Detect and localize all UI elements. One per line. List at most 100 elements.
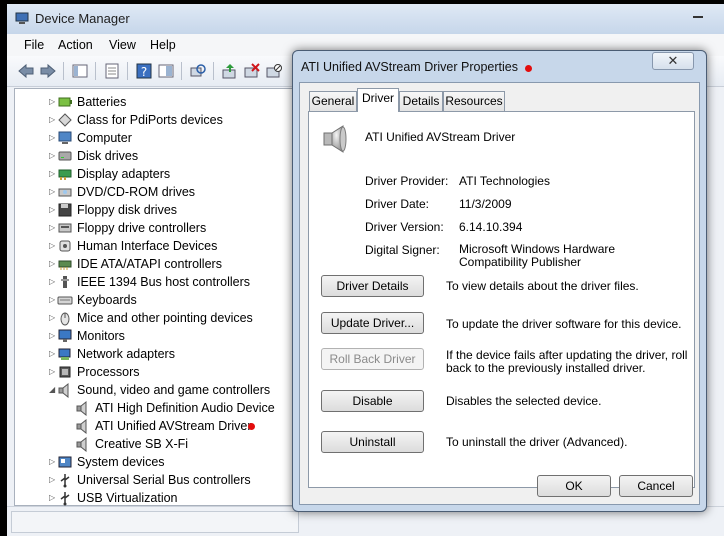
roll-back-driver-button[interactable]: Roll Back Driver (321, 348, 424, 370)
mouse-icon (60, 312, 70, 326)
tree-item-label: DVD/CD-ROM drives (77, 185, 196, 199)
update-driver-description: To update the driver software for this d… (446, 317, 682, 331)
tree-item-label: IDE ATA/ATAPI controllers (77, 257, 222, 271)
driver-tab-panel: ATI Unified AVStream Driver Driver Provi… (308, 111, 695, 488)
expand-arrow-icon[interactable]: ▷ (49, 147, 57, 165)
usb-icon (60, 474, 70, 488)
expand-arrow-icon[interactable]: ▷ (49, 345, 57, 363)
expand-arrow-icon[interactable]: ▷ (49, 327, 57, 345)
red-marker-dot (525, 65, 532, 72)
expand-arrow-icon[interactable]: ▷ (49, 453, 57, 471)
floppy-disk-icon (58, 203, 72, 217)
show-hide-tree-icon[interactable] (71, 62, 89, 80)
minimize-icon[interactable] (693, 10, 703, 18)
title-bar[interactable]: Device Manager (7, 4, 724, 34)
driver-details-button[interactable]: Driver Details (321, 275, 424, 297)
driver-version-label: Driver Version: (365, 220, 444, 234)
roll-back-driver-description: If the device fails after updating the d… (446, 348, 688, 375)
display-adapter-icon (58, 169, 72, 180)
tree-item-label: Class for PdiPorts devices (77, 113, 223, 127)
disable-description: Disables the selected device. (446, 394, 602, 408)
tree-item-label: System devices (77, 455, 165, 469)
dvd-drive-icon (58, 188, 72, 197)
ide-controller-icon (58, 260, 72, 270)
properties-dialog: ATI Unified AVStream Driver Properties ✕… (292, 50, 707, 512)
console-icon[interactable] (157, 62, 175, 80)
close-button[interactable]: ✕ (652, 52, 694, 70)
diamond-device-icon (58, 113, 72, 127)
collapse-arrow-icon[interactable]: ◢ (49, 381, 57, 399)
tree-item-label: ATI High Definition Audio Device (95, 401, 275, 415)
expand-arrow-icon[interactable]: ▷ (49, 93, 57, 111)
expand-arrow-icon[interactable]: ▷ (49, 165, 57, 183)
driver-date-label: Driver Date: (365, 197, 430, 211)
tree-item-label: IEEE 1394 Bus host controllers (77, 275, 251, 289)
forward-arrow-icon[interactable] (39, 62, 57, 80)
speaker-icon (76, 400, 87, 416)
device-tree[interactable]: ▷ Batteries ▷ Class for PdiPorts devices ▷ Co… (14, 88, 303, 506)
tree-item-label: Computer (77, 131, 132, 145)
expand-arrow-icon[interactable]: ▷ (49, 489, 57, 507)
update-driver-button[interactable]: Update Driver... (321, 312, 424, 334)
tab-details[interactable]: Details (399, 91, 443, 111)
tab-general[interactable]: General (309, 91, 357, 111)
tab-resources[interactable]: Resources (443, 91, 505, 111)
tree-item-label: Floppy drive controllers (77, 221, 207, 235)
digital-signer-value: Microsoft Windows Hardware Compatibility… (459, 242, 616, 269)
expand-arrow-icon[interactable]: ▷ (49, 111, 57, 129)
menu-file[interactable]: File (24, 38, 44, 52)
expand-arrow-icon[interactable]: ▷ (49, 129, 57, 147)
help-icon[interactable]: ? (135, 62, 153, 80)
menu-action[interactable]: Action (58, 38, 93, 52)
uninstall-description: To uninstall the driver (Advanced). (446, 435, 628, 449)
tree-item-label: ATI Unified AVStream Driver (95, 419, 252, 433)
keyboard-icon (57, 296, 73, 305)
svg-text:?: ? (141, 65, 147, 79)
properties-icon[interactable] (103, 62, 121, 80)
speaker-icon (76, 418, 87, 434)
tree-item-label: Creative SB X-Fi (95, 437, 189, 451)
hid-icon (59, 240, 71, 252)
tree-item-label: Mice and other pointing devices (77, 311, 253, 325)
computer-icon (58, 131, 72, 144)
floppy-controller-icon (58, 223, 72, 233)
cancel-button[interactable]: Cancel (619, 475, 693, 497)
uninstall-button[interactable]: Uninstall (321, 431, 424, 453)
status-field (11, 511, 299, 533)
expand-arrow-icon[interactable]: ▷ (49, 309, 57, 327)
ieee1394-icon (61, 276, 69, 288)
tree-item-label: Sound, video and game controllers (77, 383, 271, 397)
scan-hardware-icon[interactable] (189, 62, 207, 80)
device-name: ATI Unified AVStream Driver (365, 130, 516, 144)
menu-help[interactable]: Help (150, 38, 176, 52)
driver-provider-value: ATI Technologies (459, 174, 550, 188)
back-arrow-icon[interactable] (17, 62, 35, 80)
expand-arrow-icon[interactable]: ▷ (49, 183, 57, 201)
monitor-icon (58, 329, 72, 342)
expand-arrow-icon[interactable]: ▷ (49, 219, 57, 237)
tree-item-label: Human Interface Devices (77, 239, 218, 253)
tree-item-label: Display adapters (77, 167, 171, 181)
disable-button[interactable]: Disable (321, 390, 424, 412)
tab-driver[interactable]: Driver (357, 88, 399, 112)
uninstall-device-icon[interactable] (243, 62, 261, 80)
expand-arrow-icon[interactable]: ▷ (49, 363, 57, 381)
expand-arrow-icon[interactable]: ▷ (49, 255, 57, 273)
expand-arrow-icon[interactable]: ▷ (49, 471, 57, 489)
driver-provider-label: Driver Provider: (365, 174, 449, 188)
expand-arrow-icon[interactable]: ▷ (49, 201, 57, 219)
driver-details-description: To view details about the driver files. (446, 279, 639, 293)
tree-item-label: Processors (77, 365, 140, 379)
expand-arrow-icon[interactable]: ▷ (49, 273, 57, 291)
tree-item-label: Batteries (77, 95, 127, 109)
expand-arrow-icon[interactable]: ▷ (49, 291, 57, 309)
processor-icon (59, 366, 71, 378)
usb-icon (60, 492, 70, 506)
update-driver-icon[interactable] (221, 62, 239, 80)
ok-button[interactable]: OK (537, 475, 611, 497)
expand-arrow-icon[interactable]: ▷ (49, 237, 57, 255)
system-device-icon (58, 456, 72, 468)
disable-device-icon[interactable] (265, 62, 283, 80)
menu-view[interactable]: View (109, 38, 136, 52)
device-manager-icon (15, 12, 29, 24)
